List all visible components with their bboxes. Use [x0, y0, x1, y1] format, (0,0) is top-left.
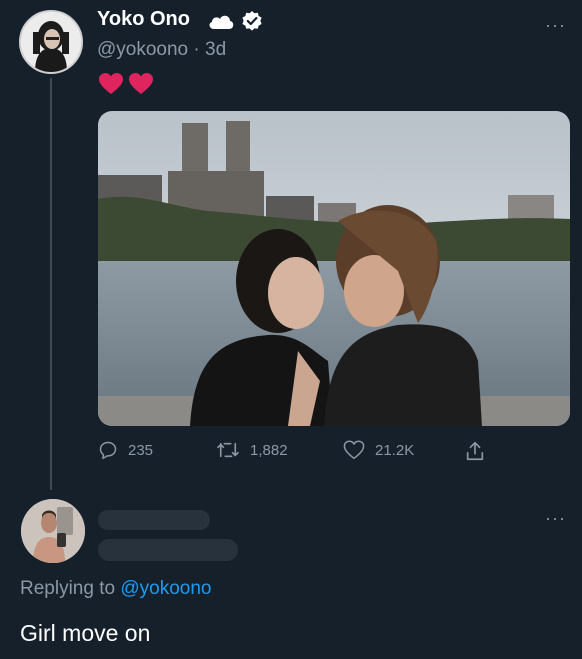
display-name[interactable]: Yoko Ono [97, 8, 190, 31]
handle[interactable]: @yokoono [97, 39, 188, 60]
photo-image [98, 111, 570, 426]
replying-prefix: Replying to [20, 578, 121, 599]
like-count: 21.2K [375, 441, 415, 459]
author-avatar-portrait [21, 12, 81, 72]
heart-icon [129, 73, 153, 94]
reply-count: 235 [128, 441, 154, 459]
tweet-photo[interactable] [98, 111, 570, 426]
cloud-icon [207, 12, 235, 35]
verified-icon [241, 10, 263, 37]
action-bar: 235 1,882 21.2K [98, 440, 498, 466]
replying-to: Replying to @yokoono [20, 578, 211, 600]
retweet-icon [217, 442, 239, 458]
retweet-button[interactable]: 1,882 [216, 440, 288, 460]
author-avatar[interactable] [19, 10, 83, 74]
share-icon [466, 441, 484, 461]
reply-more-icon[interactable]: ··· [545, 508, 566, 529]
reply-avatar[interactable] [21, 499, 85, 563]
replying-mention-link[interactable]: @yokoono [120, 578, 211, 599]
share-button[interactable] [464, 440, 486, 462]
retweet-count: 1,882 [250, 441, 288, 459]
heart-icon [99, 73, 123, 94]
separator: · [188, 39, 206, 60]
redacted-handle [98, 539, 238, 561]
like-button[interactable]: 21.2K [343, 440, 414, 460]
tweet-screenshot: Yoko Ono @yokoono · 3d ··· 235 1,882 21.… [0, 0, 582, 659]
timestamp[interactable]: 3d [205, 39, 226, 60]
reply-button[interactable]: 235 [98, 440, 153, 460]
reply-text: Girl move on [20, 620, 151, 646]
like-icon [343, 440, 365, 460]
thread-line [50, 78, 52, 490]
handle-and-time[interactable]: @yokoono · 3d [97, 39, 226, 61]
reply-avatar-portrait [21, 499, 85, 563]
more-icon[interactable]: ··· [545, 15, 566, 36]
redacted-name [98, 510, 210, 530]
tweet-text [98, 72, 154, 96]
reply-icon [99, 441, 117, 460]
